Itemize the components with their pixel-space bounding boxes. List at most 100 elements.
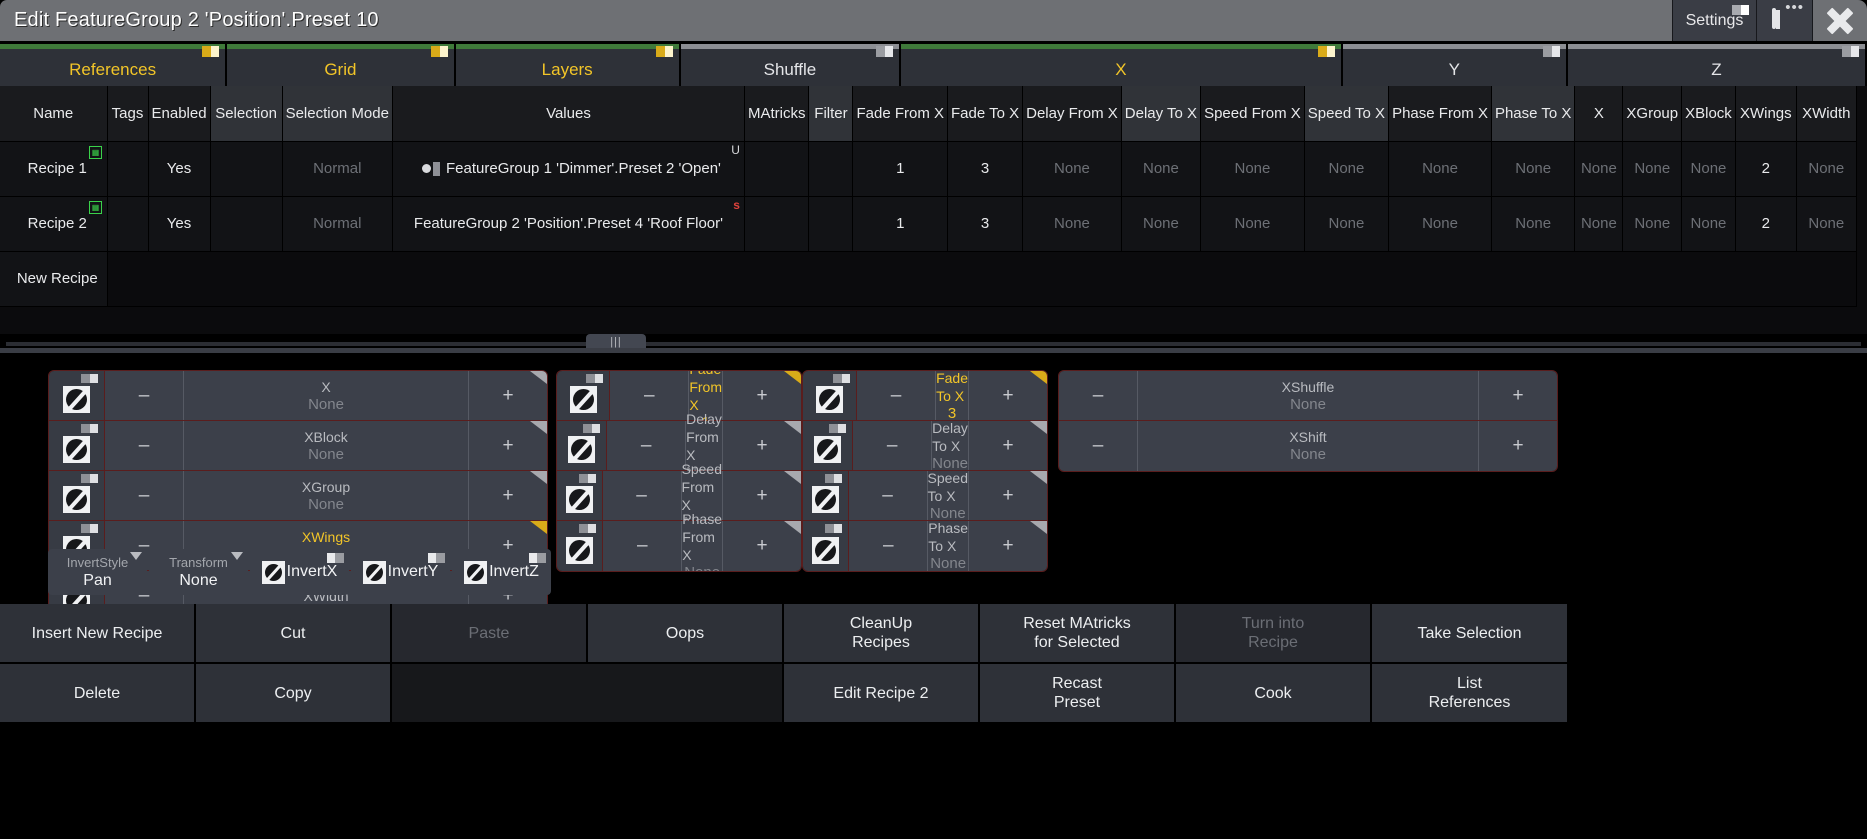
encoder-value[interactable]: XShiftNone [1137, 421, 1479, 471]
encoder-enable-toggle[interactable] [557, 471, 603, 520]
encoder-enable-toggle[interactable] [557, 371, 610, 420]
cell-phase-to-x[interactable]: None [1491, 196, 1574, 251]
tab-z[interactable]: Z [1568, 44, 1865, 86]
encoder-enable-toggle[interactable] [557, 421, 607, 470]
encoder-enable-toggle[interactable] [49, 471, 105, 520]
decrement-button[interactable]: – [105, 471, 183, 520]
cell-fade-from-x[interactable]: 1 [853, 141, 948, 196]
encoder-enable-toggle[interactable] [803, 471, 849, 520]
cell-xgroup[interactable]: None [1623, 196, 1682, 251]
col-header-tags[interactable]: Tags [107, 86, 148, 141]
tab-layers[interactable]: Layers [456, 44, 679, 86]
encoder-field[interactable]: –Speed To XNone+ [849, 471, 1047, 520]
command-recast-preset[interactable]: Recast Preset [980, 664, 1176, 724]
encoder-field[interactable]: –XBlockNone+ [105, 421, 547, 470]
cell-xblock[interactable]: None [1682, 196, 1736, 251]
command-delete[interactable]: Delete [0, 664, 196, 724]
cell-phase-to-x[interactable]: None [1491, 141, 1574, 196]
cell-matricks[interactable] [744, 196, 809, 251]
col-header-selection[interactable]: Selection [210, 86, 282, 141]
decrement-button[interactable]: – [603, 471, 681, 520]
cell-speed-to-x[interactable]: None [1304, 141, 1388, 196]
col-header-matricks[interactable]: MAtricks [744, 86, 809, 141]
decrement-button[interactable]: – [857, 371, 935, 420]
encoder-value[interactable]: Phase From XNone [681, 521, 723, 571]
cell-delay-from-x[interactable]: None [1023, 196, 1122, 251]
cell-fade-to-x[interactable]: 3 [948, 141, 1023, 196]
decrement-button[interactable]: – [603, 521, 681, 571]
decrement-button[interactable]: – [105, 421, 183, 470]
decrement-button[interactable]: – [849, 521, 927, 571]
invert-style-select[interactable]: InvertStyle Pan [48, 549, 147, 595]
panel-splitter[interactable]: ||| [0, 334, 1867, 352]
col-header-x[interactable]: X [1575, 86, 1623, 141]
command-reset-matricks-for-selected[interactable]: Reset MAtricks for Selected [980, 604, 1176, 664]
encoder-value[interactable]: XNone [183, 371, 469, 420]
cell-tags[interactable] [107, 141, 148, 196]
cell-values[interactable]: UFeatureGroup 1 'Dimmer'.Preset 2 'Open' [392, 141, 744, 196]
tab-references[interactable]: References [0, 44, 225, 86]
splitter-handle[interactable]: ||| [586, 334, 646, 349]
command-cook[interactable]: Cook [1176, 664, 1372, 724]
table-row[interactable]: ▦Recipe 2YesNormalsFeatureGroup 2 'Posit… [0, 196, 1856, 251]
tab-shuffle[interactable]: Shuffle [681, 44, 899, 86]
encoder-value[interactable]: Delay To XNone [931, 421, 969, 470]
col-header-xblock[interactable]: XBlock [1682, 86, 1736, 141]
cell-xwidth[interactable]: None [1796, 196, 1856, 251]
cell-filter[interactable] [809, 141, 853, 196]
cell-fade-to-x[interactable]: 3 [948, 196, 1023, 251]
cell-selection[interactable] [210, 141, 282, 196]
encoder-field[interactable]: –Phase To XNone+ [849, 521, 1047, 571]
increment-button[interactable]: + [1479, 421, 1557, 471]
cell-xwings[interactable]: 2 [1735, 196, 1796, 251]
col-header-xwings[interactable]: XWings [1735, 86, 1796, 141]
cell-tags[interactable] [107, 196, 148, 251]
decrement-button[interactable]: – [1059, 421, 1137, 471]
command-edit-recipe-2[interactable]: Edit Recipe 2 [784, 664, 980, 724]
decrement-button[interactable]: – [610, 371, 688, 420]
close-button[interactable] [1812, 0, 1867, 41]
encoder-field[interactable]: –XShuffleNone+ [1059, 371, 1557, 420]
command-cut[interactable]: Cut [196, 604, 392, 664]
table-row[interactable]: ▦Recipe 1YesNormalUFeatureGroup 1 'Dimme… [0, 141, 1856, 196]
col-header-delay-to-x[interactable]: Delay To X [1121, 86, 1200, 141]
col-header-delay-from-x[interactable]: Delay From X [1023, 86, 1122, 141]
cell-phase-from-x[interactable]: None [1389, 196, 1492, 251]
cell-name[interactable]: ▦Recipe 2 [0, 196, 107, 251]
col-header-phase-to-x[interactable]: Phase To X [1491, 86, 1574, 141]
tab-x[interactable]: X [901, 44, 1341, 86]
command-paste[interactable]: Paste [392, 604, 588, 664]
cell-delay-to-x[interactable]: None [1121, 141, 1200, 196]
col-header-phase-from-x[interactable]: Phase From X [1389, 86, 1492, 141]
decrement-button[interactable]: – [849, 471, 927, 520]
col-header-filter[interactable]: Filter [809, 86, 853, 141]
settings-button[interactable]: Settings [1672, 0, 1756, 41]
col-header-xgroup[interactable]: XGroup [1623, 86, 1682, 141]
cell-xblock[interactable]: None [1682, 141, 1736, 196]
new-recipe-row[interactable]: New Recipe [0, 251, 1856, 306]
decrement-button[interactable]: – [853, 421, 931, 470]
encoder-field[interactable]: –Fade To X3+ [857, 371, 1047, 420]
col-header-fade-to-x[interactable]: Fade To X [948, 86, 1023, 141]
encoder-value[interactable]: XBlockNone [183, 421, 469, 470]
col-header-fade-from-x[interactable]: Fade From X [853, 86, 948, 141]
cell-xwings[interactable]: 2 [1735, 141, 1796, 196]
col-header-xwidth[interactable]: XWidth [1796, 86, 1856, 141]
screen-button[interactable]: ••• [1756, 0, 1812, 41]
col-header-selection-mode[interactable]: Selection Mode [282, 86, 392, 141]
tab-grid[interactable]: Grid [227, 44, 453, 86]
cell-speed-to-x[interactable]: None [1304, 196, 1388, 251]
encoder-value[interactable]: XShuffleNone [1137, 371, 1479, 420]
cell-matricks[interactable] [744, 141, 809, 196]
cell-enabled[interactable]: Yes [148, 141, 210, 196]
cell-selection-mode[interactable]: Normal [282, 196, 392, 251]
increment-button[interactable]: + [1479, 371, 1557, 420]
encoder-field[interactable]: –XGroupNone+ [105, 471, 547, 520]
cell-speed-from-x[interactable]: None [1201, 196, 1305, 251]
decrement-button[interactable]: – [1059, 371, 1137, 420]
command-list-references[interactable]: List References [1372, 664, 1569, 724]
splitter-grab-bar[interactable] [0, 348, 1867, 353]
col-header-speed-to-x[interactable]: Speed To X [1304, 86, 1388, 141]
cell-selection[interactable] [210, 196, 282, 251]
cell-enabled[interactable]: Yes [148, 196, 210, 251]
